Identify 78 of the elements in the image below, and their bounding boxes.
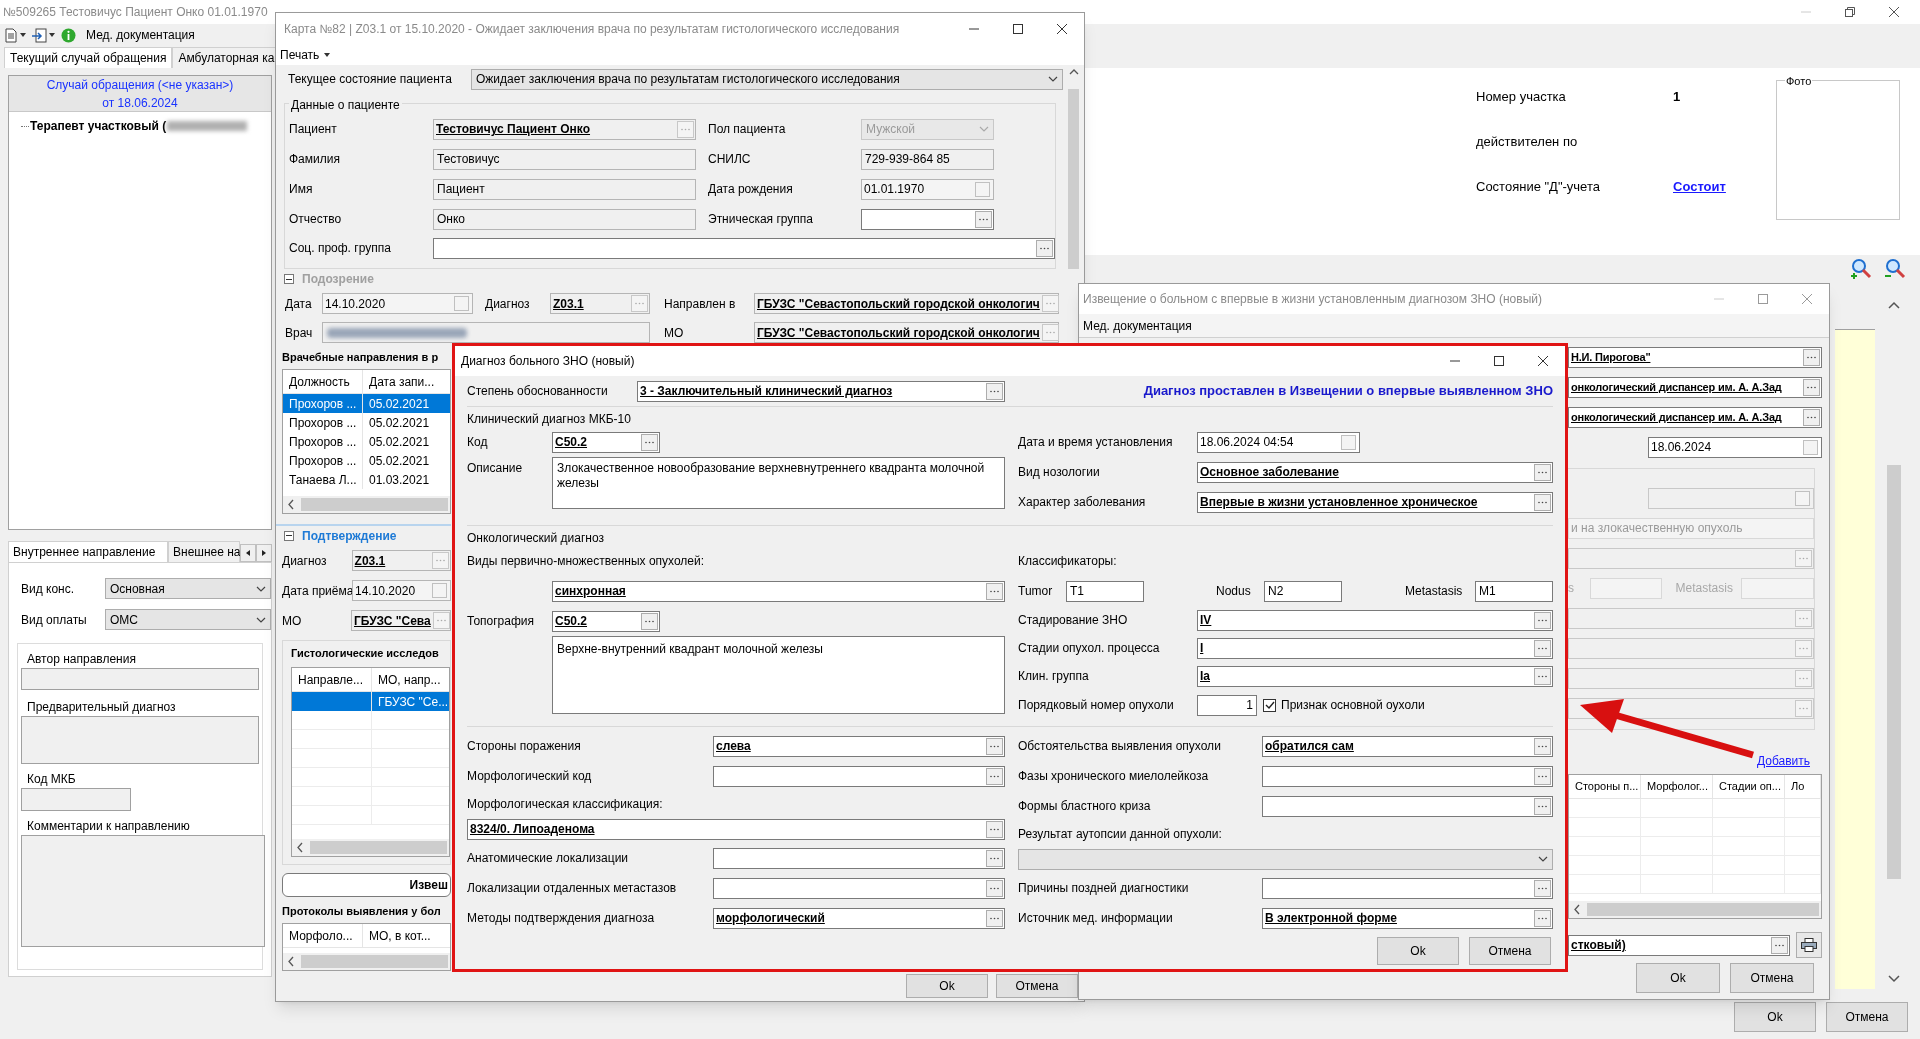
field-label: Код МКБ [26, 771, 77, 788]
field-label: Комментарии к направлению [26, 818, 191, 835]
field-label: Metastasis [1405, 583, 1464, 600]
field-label: Виды первично-множественных опухолей: [467, 553, 706, 570]
field-label: Пол пациента [708, 121, 787, 138]
table-cell: Прохоров ... [283, 432, 363, 451]
window-title: №509265 Тестовичус Пациент Онко 01.01.1970 [2, 4, 268, 21]
field-label: Источник мед. информации [1018, 910, 1174, 927]
field-label: Дата [285, 295, 313, 313]
field-label: МО [282, 612, 303, 630]
section-title: Подозрение [302, 271, 374, 288]
field-label: Обстоятельства выявления опухоли [1018, 738, 1222, 755]
header-text: Случай обращения (<не указан>) [46, 76, 234, 94]
field-label: Морфологический код [467, 768, 593, 785]
field-label: Характер заболевания [1018, 494, 1147, 511]
field-label: Фамилия [289, 151, 341, 168]
table-cell: Прохоров ... [283, 394, 363, 413]
field-label: Локализации отдаленных метастазов [467, 880, 678, 897]
field-label: Предварительный диагноз [26, 699, 177, 716]
field-label: СНИЛС [708, 151, 752, 168]
field-label: Этническая группа [708, 211, 814, 228]
field-label: Причины поздней диагностики [1018, 880, 1190, 897]
window-title: Диагноз больного ЗНО (новый) [460, 353, 635, 370]
section-title: Протоколы выявления у бол [282, 903, 442, 919]
field-label: Диагноз [485, 295, 531, 313]
field-value: 1 [1673, 87, 1682, 106]
field-label: Результат аутопсии данной опухоли: [1018, 825, 1223, 843]
field-label: Клин. группа [1018, 668, 1090, 685]
field-label: Формы бластного криза [1018, 798, 1152, 815]
field-label: Вид конс. [21, 580, 76, 598]
section-title: Врачебные направления в р [282, 350, 440, 365]
field-label: Дата рождения [708, 181, 794, 198]
field-label: действителен по [1476, 132, 1579, 151]
field-label: Степень обоснованности [467, 383, 609, 400]
header-text: от 18.06.2024 [102, 94, 178, 112]
field-label: Методы подтверждения диагноза [467, 910, 656, 927]
field-label: Состояние "Д"-учета [1476, 177, 1601, 196]
table-cell: Танаева Л... [283, 470, 363, 489]
field-label: Metastasis [1675, 580, 1734, 597]
field-label: Вид нозологии [1018, 464, 1101, 481]
field-label: Номер участка [1476, 87, 1567, 106]
field-label: s [1568, 580, 1575, 597]
field-label: Дата и время установления [1018, 434, 1174, 451]
field-label: Морфологическая классификация: [467, 795, 664, 813]
field-label: Пациент [289, 121, 338, 138]
field-label: Топография [467, 613, 536, 630]
group-title: Онкологический диагноз [467, 530, 605, 546]
section-title: Гистологические исследов [291, 645, 440, 661]
field-label: Направлен в [664, 295, 737, 313]
field-label: Текущее состояние пациента [288, 71, 453, 88]
section-title: Подтверждение [302, 527, 397, 545]
field-label: Анатомические локализации [467, 850, 630, 867]
field-label: Порядковый номер опухоли [1018, 697, 1175, 714]
field-label: Код [467, 434, 489, 451]
field-label: Автор направления [26, 651, 137, 668]
field-label: Дата приёма [282, 582, 352, 600]
window-title: Извещение о больном с впервые в жизни установленным диагнозом ЗНО (новый) [1082, 291, 1542, 308]
field-label: Стадии опухол. процесса [1018, 640, 1161, 657]
field-label: Отчество [289, 211, 343, 228]
window-title: Карта №82 | Z03.1 от 15.10.2020 - Ожидает заключения врача по результатам гистологического исследования [283, 21, 900, 38]
notice-text: Диагноз проставлен в Извещении о впервые выявленном ЗНО [1143, 382, 1553, 401]
field-label: Описание [467, 460, 524, 477]
field-label: Соц. проф. группа [289, 240, 392, 257]
table-cell: Прохоров ... [283, 413, 363, 432]
field-label: Фазы хронического миелолейкоза [1018, 768, 1210, 785]
field-label: Врач [285, 324, 314, 342]
field-label: Диагноз [282, 552, 328, 570]
group-title: Клинический диагноз МКБ-10 [467, 411, 632, 427]
field-label: Nodus [1216, 583, 1252, 600]
field-label: Стороны поражения [467, 738, 582, 755]
field-label: Имя [289, 181, 314, 198]
checkbox-label: Признак основной оухоли [1281, 697, 1425, 714]
table-cell: Прохоров ... [283, 451, 363, 470]
field-label: Tumor [1018, 583, 1054, 600]
field-label: Классификаторы: [1018, 553, 1118, 570]
field-label: Стадирование ЗНО [1018, 612, 1129, 629]
field-label: Вид оплаты [21, 611, 88, 629]
field-label: МО [664, 324, 685, 342]
